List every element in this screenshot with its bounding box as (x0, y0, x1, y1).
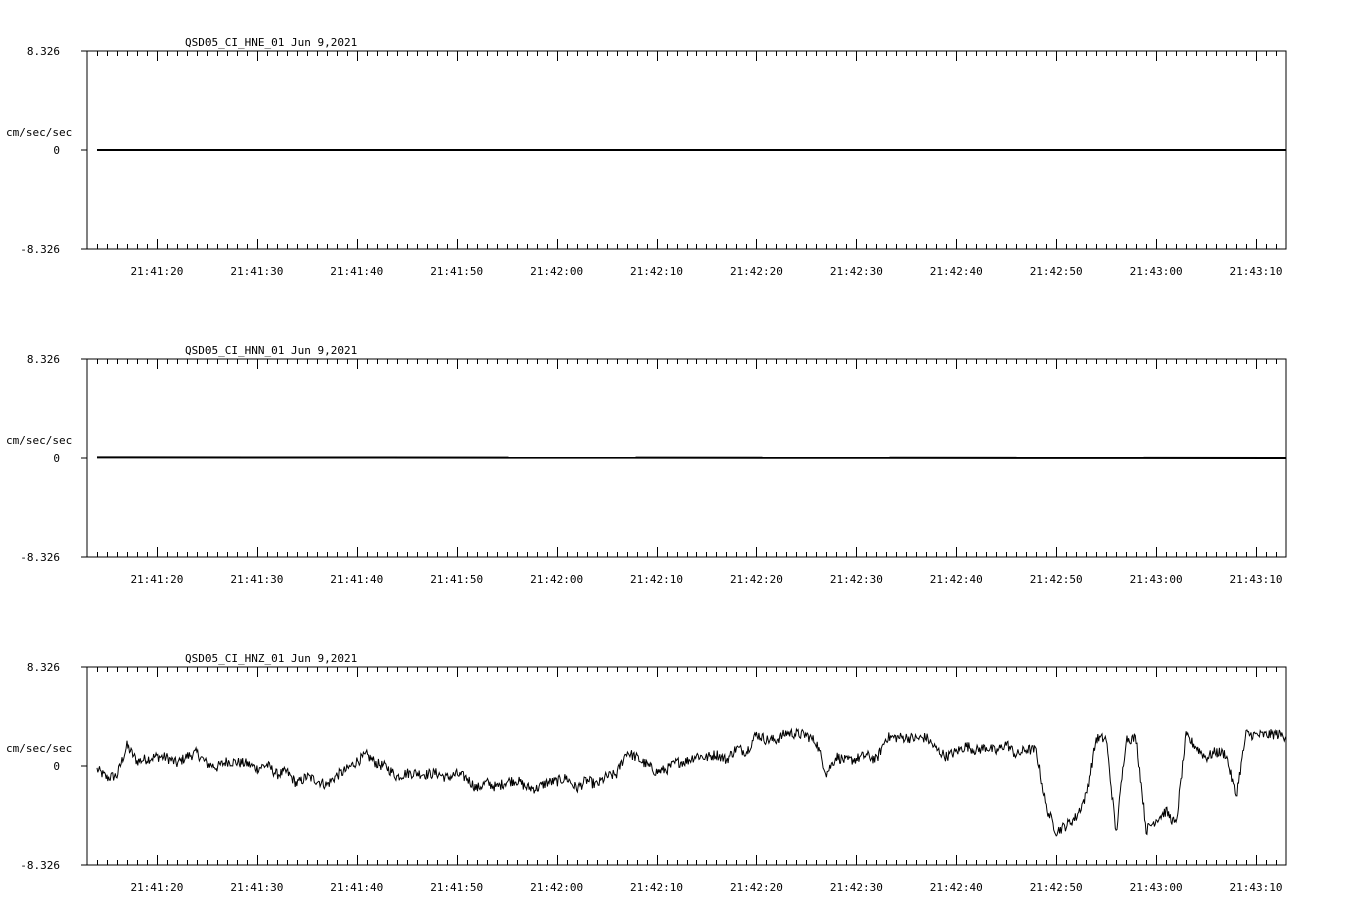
x-tick-label: 21:41:30 (230, 265, 283, 278)
trace-line (96, 727, 1287, 837)
x-tick-label: 21:41:50 (430, 265, 483, 278)
x-tick-label: 21:43:10 (1230, 265, 1283, 278)
x-tick-label: 21:42:20 (730, 573, 783, 586)
trace-line (96, 456, 1287, 459)
y-tick-label: 8.326 (27, 45, 60, 58)
x-tick-label: 21:41:50 (430, 881, 483, 894)
seismogram-figure: QSD05_CI_HNE_01 Jun 9,2021 cm/sec/sec 8.32… (6, 36, 1287, 894)
x-tick-label: 21:43:10 (1230, 573, 1283, 586)
x-tick-label: 21:42:30 (830, 573, 883, 586)
chart-panel-2: QSD05_CI_HNN_01 Jun 9,2021 cm/sec/sec 8.32… (6, 344, 1287, 586)
x-tick-label: 21:42:10 (630, 573, 683, 586)
x-tick-label: 21:41:30 (230, 573, 283, 586)
chart-panel-3: QSD05_CI_HNZ_01 Jun 9,2021 cm/sec/sec 8.32… (6, 652, 1287, 894)
chart-title: QSD05_CI_HNZ_01 Jun 9,2021 (185, 652, 357, 665)
x-tick-label: 21:42:50 (1030, 265, 1083, 278)
x-tick-label: 21:42:10 (630, 265, 683, 278)
x-tick-label: 21:41:40 (330, 265, 383, 278)
x-tick-label: 21:41:40 (330, 881, 383, 894)
x-tick-label: 21:42:00 (530, 265, 583, 278)
x-tick-label: 21:41:50 (430, 573, 483, 586)
x-tick-label: 21:43:10 (1230, 881, 1283, 894)
x-tick-label: 21:42:10 (630, 881, 683, 894)
x-tick-label: 21:43:00 (1130, 265, 1183, 278)
y-tick-label: 8.326 (27, 661, 60, 674)
y-tick-label: 8.326 (27, 353, 60, 366)
x-tick-label: 21:43:00 (1130, 573, 1183, 586)
x-tick-label: 21:41:40 (330, 573, 383, 586)
x-tick-label: 21:42:30 (830, 881, 883, 894)
y-tick-label: -8.326 (20, 859, 60, 872)
chart-title: QSD05_CI_HNE_01 Jun 9,2021 (185, 36, 357, 49)
y-tick-label: 0 (53, 452, 60, 465)
y-tick-label: 0 (53, 144, 60, 157)
y-axis-label: cm/sec/sec (6, 126, 72, 139)
x-tick-label: 21:42:50 (1030, 881, 1083, 894)
x-tick-label: 21:43:00 (1130, 881, 1183, 894)
x-tick-label: 21:42:40 (930, 265, 983, 278)
y-tick-label: -8.326 (20, 243, 60, 256)
x-tick-label: 21:42:00 (530, 881, 583, 894)
x-tick-label: 21:42:20 (730, 265, 783, 278)
x-tick-label: 21:41:20 (130, 265, 183, 278)
y-axis-label: cm/sec/sec (6, 742, 72, 755)
x-tick-label: 21:42:40 (930, 573, 983, 586)
x-tick-label: 21:42:00 (530, 573, 583, 586)
x-tick-label: 21:41:30 (230, 881, 283, 894)
chart-panel-1: QSD05_CI_HNE_01 Jun 9,2021 cm/sec/sec 8.32… (6, 36, 1287, 278)
x-tick-label: 21:41:20 (130, 573, 183, 586)
x-tick-label: 21:42:50 (1030, 573, 1083, 586)
y-tick-label: 0 (53, 760, 60, 773)
y-tick-label: -8.326 (20, 551, 60, 564)
chart-title: QSD05_CI_HNN_01 Jun 9,2021 (185, 344, 357, 357)
x-tick-label: 21:42:20 (730, 881, 783, 894)
y-axis-label: cm/sec/sec (6, 434, 72, 447)
x-tick-label: 21:42:40 (930, 881, 983, 894)
x-tick-label: 21:41:20 (130, 881, 183, 894)
plot-frame (86, 666, 1287, 866)
x-tick-label: 21:42:30 (830, 265, 883, 278)
